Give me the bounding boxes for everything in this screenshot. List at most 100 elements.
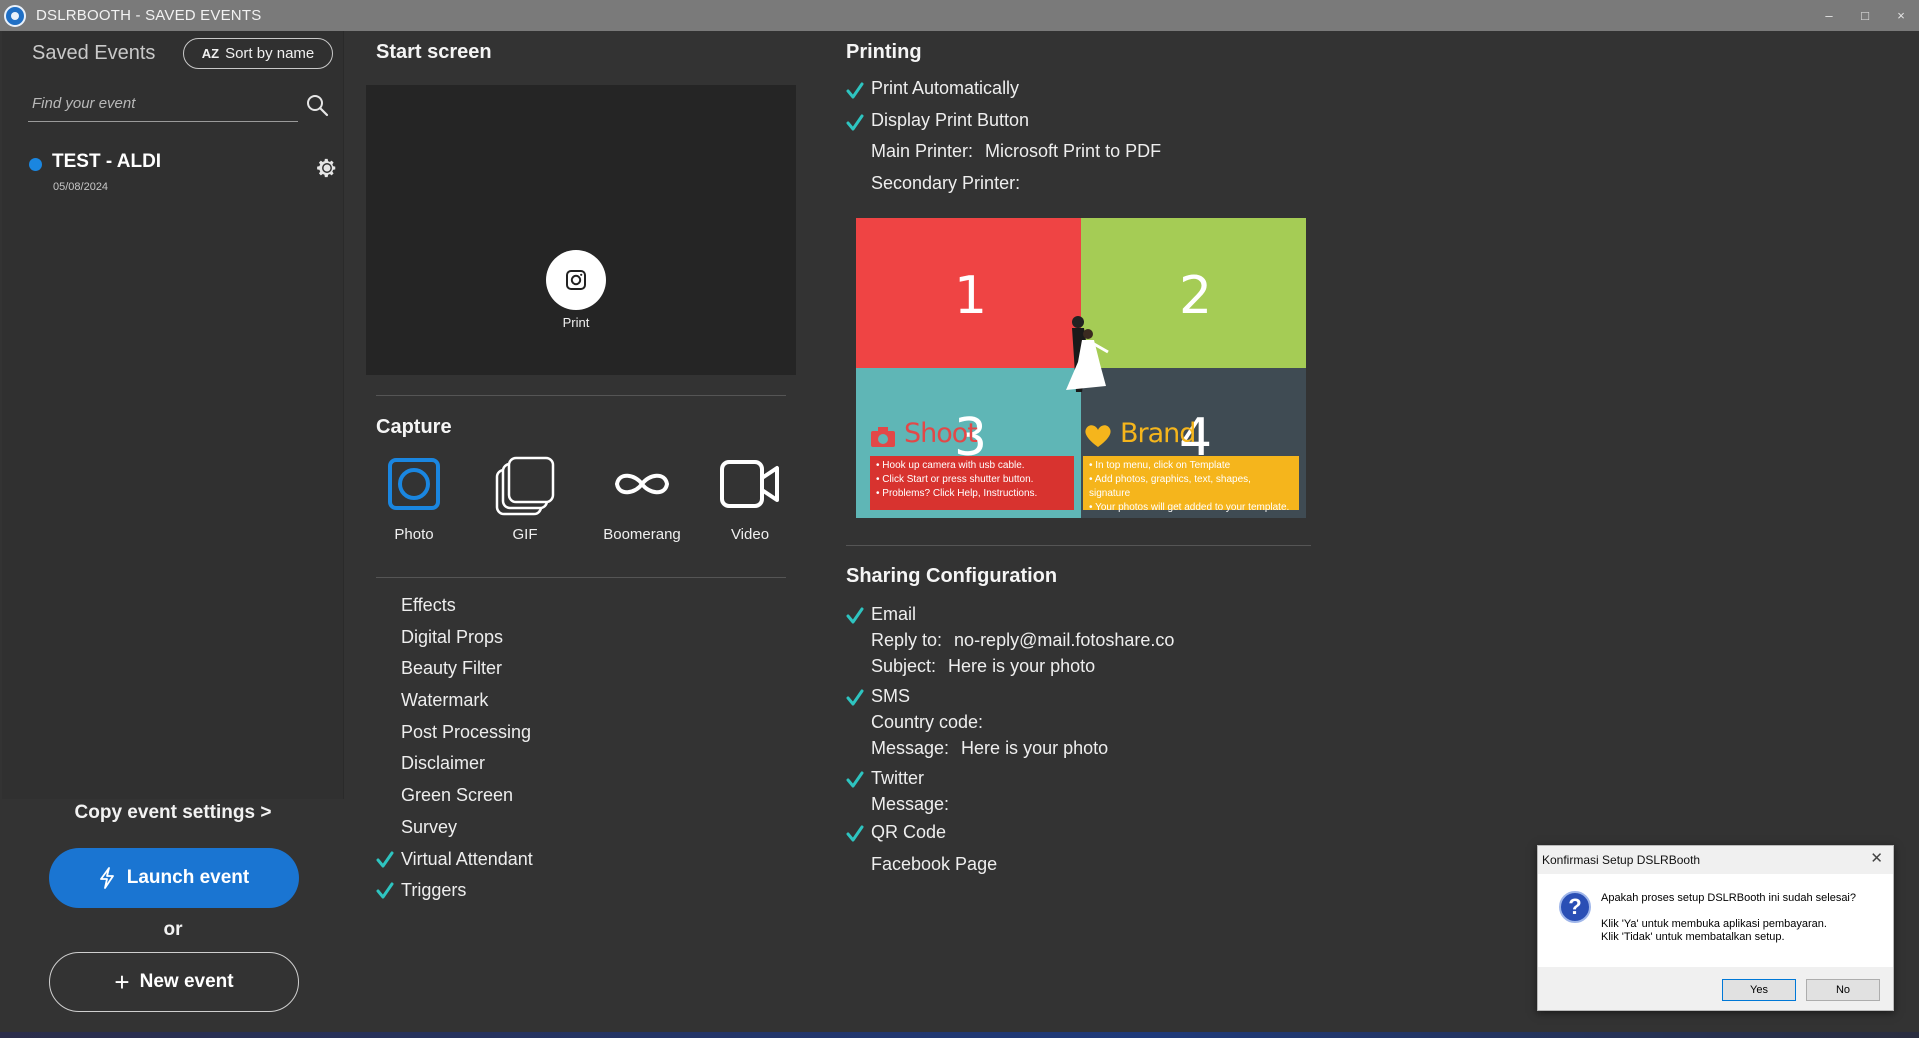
option-disclaimer[interactable]: Disclaimer: [376, 748, 776, 780]
checkmark-icon: [846, 825, 864, 842]
event-status-dot: [29, 158, 42, 171]
main-printer: Main Printer: Microsoft Print to PDF: [846, 141, 1161, 173]
lightning-icon: [99, 867, 114, 889]
minimize-button[interactable]: –: [1811, 0, 1847, 31]
events-panel: Saved Events AZ Sort by name TEST - ALDI…: [2, 31, 344, 799]
sort-az-icon: AZ: [201, 46, 220, 61]
share-facebook-page[interactable]: Facebook Page: [846, 854, 1174, 882]
search-icon[interactable]: [305, 93, 329, 117]
share-sms[interactable]: SMS: [846, 686, 1174, 712]
setup-confirmation-dialog: Konfirmasi Setup DSLRBooth ✕ ? Apakah pr…: [1537, 845, 1894, 1011]
yes-button[interactable]: Yes: [1722, 979, 1796, 1001]
camera-icon: [566, 270, 586, 290]
twitter-label: Twitter: [871, 768, 925, 788]
subject-label: Subject:: [871, 656, 937, 676]
checkmark-icon: [376, 851, 394, 867]
start-screen-preview[interactable]: Print: [366, 85, 796, 375]
checkmark-icon: [846, 689, 864, 706]
dialog-no-hint: Klik 'Tidak' untuk membatalkan setup.: [1601, 931, 1785, 943]
capture-mode-boomerang[interactable]: Boomerang: [587, 456, 697, 543]
secondary-printer-label: Secondary Printer:: [871, 173, 1021, 193]
twitter-message-label: Message:: [871, 794, 950, 814]
checkmark-icon: [846, 607, 864, 624]
share-qr-code[interactable]: QR Code: [846, 822, 1174, 854]
copy-event-settings-link[interactable]: Copy event settings >: [0, 802, 346, 824]
option-beauty-filter[interactable]: Beauty Filter: [376, 653, 776, 685]
capture-modes: Photo GIF Boomerang Video: [375, 456, 795, 566]
country-code-label: Country code:: [871, 712, 984, 732]
start-screen-title: Start screen: [376, 41, 492, 63]
dialog-body: ? Apakah proses setup DSLRBooth ini suda…: [1538, 874, 1893, 967]
event-name: TEST - ALDI: [52, 151, 162, 172]
option-triggers[interactable]: Triggers: [376, 875, 776, 907]
option-digital-props[interactable]: Digital Props: [376, 622, 776, 654]
option-label: Triggers: [401, 880, 467, 901]
title-bar: DSLRBOOTH - SAVED EVENTS – □ ×: [0, 0, 1919, 31]
sharing-title: Sharing Configuration: [846, 565, 1058, 587]
reply-to-label: Reply to:: [871, 630, 943, 650]
sort-label: Sort by name: [225, 45, 315, 62]
option-green-screen[interactable]: Green Screen: [376, 780, 776, 812]
dialog-yes-hint: Klik 'Ya' untuk membuka aplikasi pembaya…: [1601, 918, 1827, 930]
window-controls: – □ ×: [1811, 0, 1919, 31]
qr-code-label: QR Code: [871, 822, 947, 842]
option-effects[interactable]: Effects: [376, 590, 776, 622]
display-print-button[interactable]: Display Print Button: [846, 110, 1161, 141]
shoot-line: • Hook up camera with usb cable.: [876, 460, 1025, 471]
option-label: Disclaimer: [401, 753, 486, 774]
reply-to-value: no-reply@mail.fotoshare.co: [954, 630, 1175, 650]
printing-title: Printing: [846, 41, 922, 63]
shoot-instructions: • Hook up camera with usb cable. • Click…: [870, 456, 1074, 510]
capture-mode-video[interactable]: Video: [695, 456, 805, 543]
print-template-preview[interactable]: 1 2 3 4 Shoot • Hook up camera with usb …: [856, 218, 1306, 518]
capture-mode-label: GIF: [512, 526, 538, 543]
launch-event-label: Launch event: [126, 867, 250, 888]
share-twitter[interactable]: Twitter: [846, 768, 1174, 794]
print-button[interactable]: [546, 250, 606, 310]
divider: [376, 395, 786, 396]
no-button[interactable]: No: [1806, 979, 1880, 1001]
capture-mode-photo[interactable]: Photo: [359, 456, 469, 543]
brand-line: • Your photos will get added to your tem…: [1089, 502, 1290, 513]
launch-event-button[interactable]: Launch event: [49, 848, 299, 908]
maximize-button[interactable]: □: [1847, 0, 1883, 31]
taskbar-edge: [0, 1032, 1919, 1038]
sms-label: SMS: [871, 686, 911, 706]
couple-illustration-icon: [1066, 316, 1109, 392]
print-automatically[interactable]: Print Automatically: [846, 78, 1161, 110]
option-label: Effects: [401, 595, 456, 615]
dialog-close-icon[interactable]: ✕: [1870, 849, 1883, 867]
shoot-heading: Shoot: [904, 418, 978, 449]
video-icon: [720, 460, 779, 508]
option-post-processing[interactable]: Post Processing: [376, 717, 776, 749]
option-virtual-attendant[interactable]: Virtual Attendant: [376, 844, 776, 876]
dialog-question: Apakah proses setup DSLRBooth ini sudah …: [1601, 892, 1856, 904]
share-email[interactable]: Email: [846, 604, 1174, 630]
sidebar-title: Saved Events: [32, 42, 156, 64]
option-label: Beauty Filter: [401, 658, 503, 679]
twitter-message: Message:: [846, 794, 1174, 822]
new-event-button[interactable]: + New event: [49, 952, 299, 1012]
email-reply-to: Reply to: no-reply@mail.fotoshare.co: [846, 630, 1174, 656]
search-input[interactable]: [28, 86, 258, 120]
divider: [376, 577, 786, 578]
capture-mode-label: Video: [730, 526, 770, 543]
gear-icon[interactable]: [316, 157, 338, 179]
event-item-test-aldi[interactable]: TEST - ALDI 05/08/2024: [26, 149, 344, 201]
sms-message-value: Here is your photo: [961, 738, 1109, 758]
option-label: Digital Props: [401, 626, 504, 647]
search-field: [28, 86, 298, 122]
window-title: DSLRBOOTH - SAVED EVENTS: [36, 7, 262, 24]
brand-heading: Brand: [1120, 418, 1196, 449]
sms-message: Message: Here is your photo: [846, 738, 1174, 768]
plus-icon: +: [114, 967, 130, 997]
close-window-button[interactable]: ×: [1883, 0, 1919, 31]
capture-mode-label: Boomerang: [603, 526, 681, 543]
option-label: Green Screen: [401, 785, 514, 806]
capture-title: Capture: [376, 416, 452, 438]
option-survey[interactable]: Survey: [376, 812, 776, 844]
template-quadrant-2: 2: [1081, 218, 1306, 368]
sort-by-name-button[interactable]: AZ Sort by name: [183, 38, 333, 69]
option-watermark[interactable]: Watermark: [376, 685, 776, 717]
capture-mode-gif[interactable]: GIF: [470, 456, 580, 543]
